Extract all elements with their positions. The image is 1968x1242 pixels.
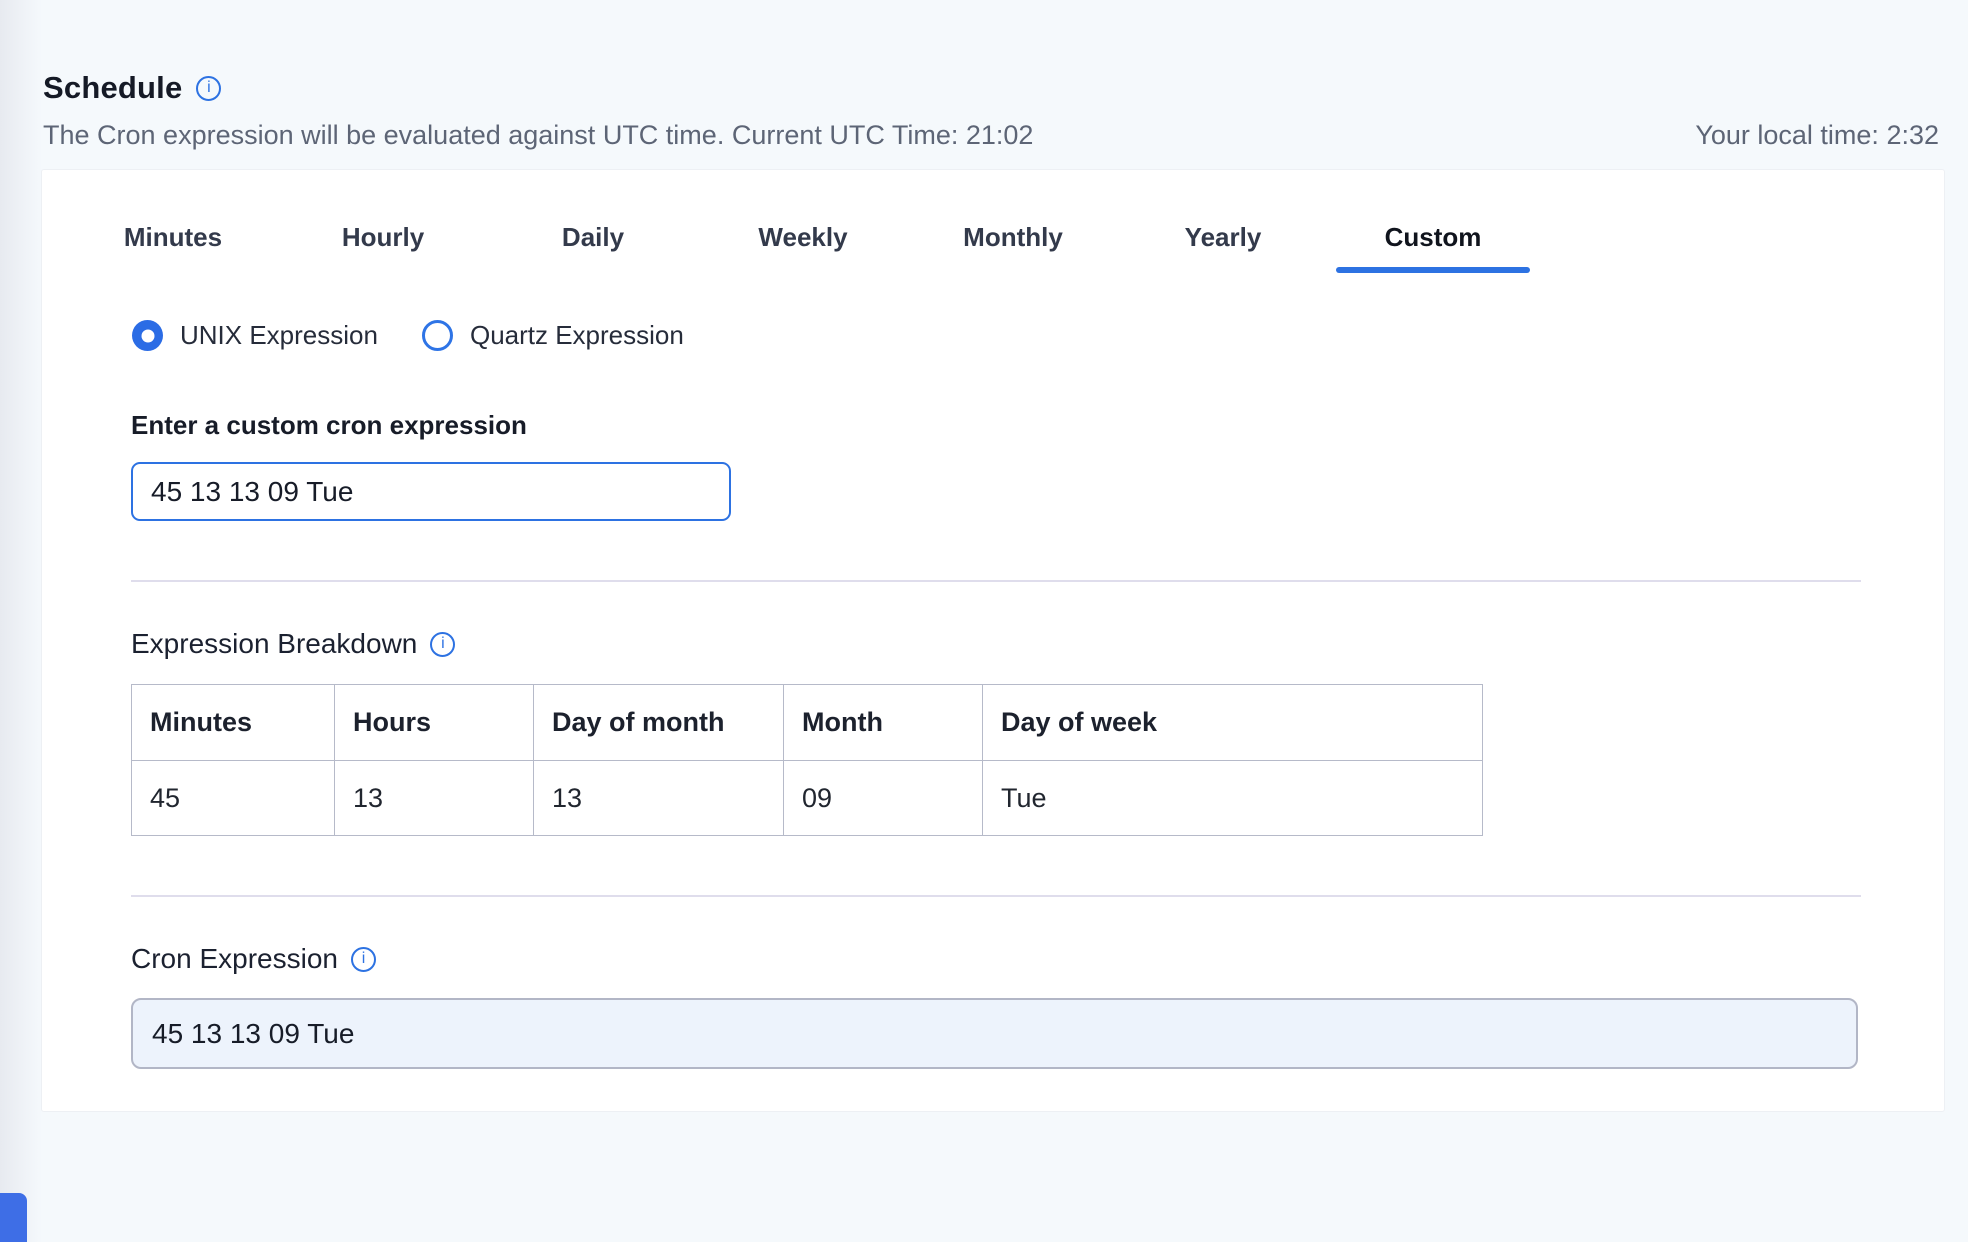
tab-yearly[interactable]: Yearly — [1118, 216, 1328, 273]
col-header-month: Month — [784, 685, 983, 761]
tab-daily[interactable]: Daily — [488, 216, 698, 273]
tab-monthly-label: Monthly — [963, 222, 1063, 253]
section-divider — [131, 895, 1861, 897]
cell-minutes: 45 — [132, 761, 335, 836]
col-header-minutes: Minutes — [132, 685, 335, 761]
expression-type-radios: UNIX Expression Quartz Expression — [132, 320, 684, 351]
col-header-day-of-month: Day of month — [534, 685, 784, 761]
tab-custom[interactable]: Custom — [1328, 216, 1538, 273]
schedule-tab-bar: Minutes Hourly Daily Weekly Monthly Year… — [68, 216, 1538, 273]
active-tab-underline — [1336, 267, 1530, 273]
radio-selected-icon[interactable] — [132, 320, 163, 351]
tab-daily-label: Daily — [562, 222, 624, 253]
cron-expression-title: Cron Expression — [131, 943, 338, 975]
expression-breakdown-table: Minutes Hours Day of month Month Day of … — [131, 684, 1483, 836]
cell-day-of-week: Tue — [983, 761, 1483, 836]
table-header-row: Minutes Hours Day of month Month Day of … — [132, 685, 1483, 761]
cron-expression-value: 45 13 13 09 Tue — [152, 1018, 354, 1050]
cron-expression-info-icon[interactable] — [351, 947, 376, 972]
utc-time-description: The Cron expression will be evaluated ag… — [43, 120, 1033, 151]
unix-expression-label: UNIX Expression — [180, 320, 378, 351]
local-time-text: Your local time: 2:32 — [1695, 120, 1939, 151]
tab-weekly-label: Weekly — [758, 222, 847, 253]
unix-expression-radio[interactable]: UNIX Expression — [132, 320, 378, 351]
schedule-card: Minutes Hourly Daily Weekly Monthly Year… — [41, 169, 1945, 1112]
schedule-info-icon[interactable] — [196, 76, 221, 101]
custom-cron-input[interactable] — [131, 462, 731, 521]
page-title: Schedule — [43, 70, 182, 106]
tab-hourly[interactable]: Hourly — [278, 216, 488, 273]
cell-month: 09 — [784, 761, 983, 836]
tab-custom-label: Custom — [1385, 222, 1482, 253]
custom-cron-label: Enter a custom cron expression — [131, 410, 527, 441]
schedule-header: Schedule The Cron expression will be eva… — [43, 70, 1939, 151]
tab-weekly[interactable]: Weekly — [698, 216, 908, 273]
chat-widget-fragment[interactable] — [0, 1193, 27, 1242]
tab-hourly-label: Hourly — [342, 222, 424, 253]
expression-breakdown-title: Expression Breakdown — [131, 628, 417, 660]
tab-yearly-label: Yearly — [1185, 222, 1262, 253]
expression-breakdown-info-icon[interactable] — [430, 632, 455, 657]
tab-minutes[interactable]: Minutes — [68, 216, 278, 273]
cron-expression-readonly-field: 45 13 13 09 Tue — [131, 998, 1858, 1069]
left-edge-shadow — [0, 0, 42, 1242]
col-header-day-of-week: Day of week — [983, 685, 1483, 761]
table-row: 45 13 13 09 Tue — [132, 761, 1483, 836]
section-divider — [131, 580, 1861, 582]
radio-unselected-icon[interactable] — [422, 320, 453, 351]
tab-monthly[interactable]: Monthly — [908, 216, 1118, 273]
cell-hours: 13 — [335, 761, 534, 836]
quartz-expression-label: Quartz Expression — [470, 320, 684, 351]
col-header-hours: Hours — [335, 685, 534, 761]
cell-day-of-month: 13 — [534, 761, 784, 836]
tab-minutes-label: Minutes — [124, 222, 222, 253]
quartz-expression-radio[interactable]: Quartz Expression — [422, 320, 684, 351]
